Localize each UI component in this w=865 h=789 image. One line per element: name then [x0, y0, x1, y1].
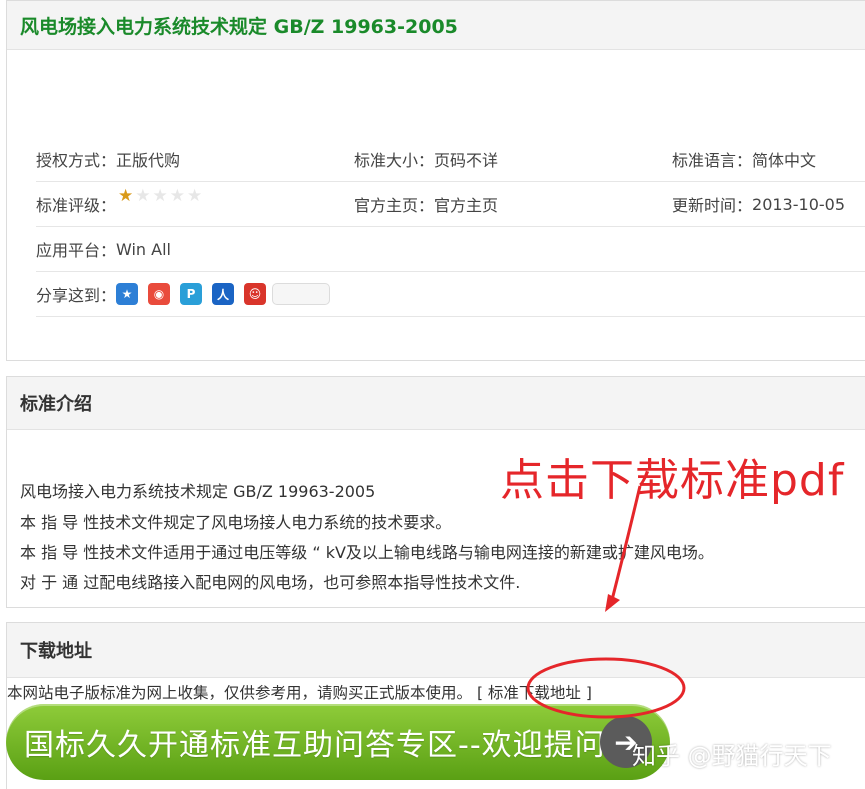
qzone-icon[interactable]: ★ — [116, 283, 139, 305]
watermark: 知乎 @野猫行天下 — [632, 742, 832, 770]
homepage-link[interactable]: 官方主页 — [434, 192, 498, 216]
star-empty-icon[interactable]: ★ — [170, 187, 185, 205]
intro-heading: 标准介绍 — [7, 377, 865, 430]
star-empty-icon[interactable]: ★ — [187, 187, 202, 205]
star-empty-icon[interactable]: ★ — [135, 187, 150, 205]
weibo-icon[interactable]: ◉ — [148, 283, 171, 305]
platform-cell: 应用平台： Win All — [36, 227, 171, 271]
intro-line: 对 于 通 过配电线路接入配电网的风电场，也可参照本指导性技术文件. — [20, 573, 521, 592]
license-cell: 授权方式： 正版代购 — [36, 137, 180, 181]
license-label: 授权方式： — [36, 151, 117, 170]
language-cell: 标准语言： 简体中文 — [672, 137, 816, 181]
star-empty-icon[interactable]: ★ — [153, 187, 168, 205]
title-bar: 风电场接入电力系统技术规定 GB/Z 19963-2005 — [7, 1, 865, 50]
size-value: 页码不详 — [434, 151, 499, 170]
kaixin-icon[interactable]: ☺ — [244, 283, 267, 305]
updated-label: 更新时间： — [672, 196, 753, 215]
download-link[interactable]: [ 标准下载地址 ] — [477, 684, 592, 702]
share-label: 分享这到： — [36, 286, 117, 305]
homepage-cell: 官方主页： 官方主页 — [354, 182, 498, 226]
info-row-platform: 应用平台： Win All — [36, 227, 865, 272]
homepage-label: 官方主页： — [354, 196, 435, 215]
language-label: 标准语言： — [672, 151, 753, 170]
intro-line: 本 指 导 性技术文件规定了风电场接人电力系统的技术要求。 — [20, 513, 452, 532]
language-value: 简体中文 — [752, 151, 817, 170]
tencent-weibo-icon[interactable]: P — [180, 283, 203, 305]
renren-icon[interactable]: 人 — [212, 283, 235, 305]
updated-value: 2013-10-05 — [752, 194, 845, 214]
rating-stars: ★ ★ ★ ★ ★ — [118, 187, 202, 205]
download-notice-text: 本网站电子版标准为网上收集，仅供参考用，请购买正式版本使用。 — [7, 684, 473, 702]
qa-banner-button[interactable]: 国标久久开通标准互助问答专区--欢迎提问 ➔ — [6, 704, 670, 780]
platform-value: Win All — [116, 239, 171, 259]
annotation-text: 点击下载标准pdf — [500, 455, 845, 506]
download-heading: 下载地址 — [7, 623, 865, 678]
page-title: 风电场接入电力系统技术规定 GB/Z 19963-2005 — [20, 15, 458, 38]
qa-banner-label: 国标久久开通标准互助问答专区--欢迎提问 — [24, 728, 606, 763]
license-value: 正版代购 — [116, 151, 181, 170]
standard-info-panel: 风电场接入电力系统技术规定 GB/Z 19963-2005 授权方式： 正版代购 … — [6, 0, 865, 361]
share-cell: 分享这到： ★ ◉ P 人 ☺ — [36, 272, 331, 316]
size-cell: 标准大小： 页码不详 — [354, 137, 498, 181]
intro-line: 风电场接入电力系统技术规定 GB/Z 19963-2005 — [20, 482, 376, 501]
info-row-rating: 标准评级： ★ ★ ★ ★ ★ 官方主页： 官方主页 更新时间： 2013-10-05 — [36, 182, 865, 227]
download-notice: 本网站电子版标准为网上收集，仅供参考用，请购买正式版本使用。 [ 标准下载地址 … — [7, 681, 592, 703]
rating-cell: 标准评级： ★ ★ ★ ★ ★ — [36, 182, 202, 226]
updated-cell: 更新时间： 2013-10-05 — [672, 182, 845, 226]
star-filled-icon[interactable]: ★ — [118, 187, 133, 205]
share-count-box[interactable] — [272, 283, 331, 305]
platform-label: 应用平台： — [36, 241, 117, 260]
info-row-license: 授权方式： 正版代购 标准大小： 页码不详 标准语言： 简体中文 — [36, 137, 865, 182]
size-label: 标准大小： — [354, 151, 435, 170]
intro-line: 本 指 导 性技术文件适用于通过电压等级 “ kV及以上输电线路与输电网连接的新… — [20, 543, 714, 562]
info-row-share: 分享这到： ★ ◉ P 人 ☺ — [36, 272, 865, 317]
rating-label: 标准评级： — [36, 196, 117, 215]
